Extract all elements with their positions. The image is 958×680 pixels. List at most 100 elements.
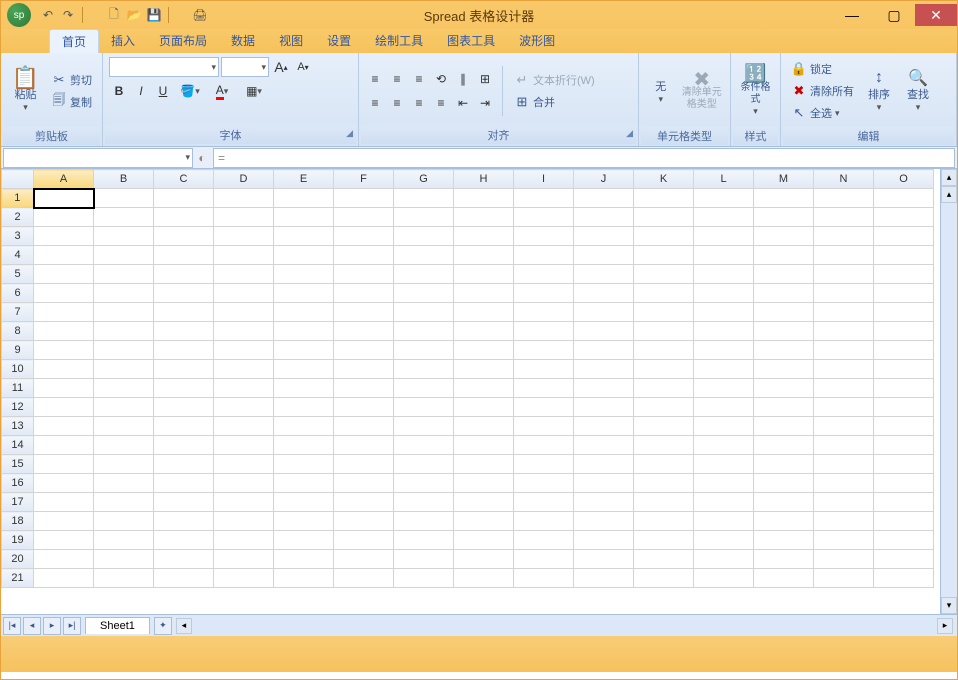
vertical-scrollbar[interactable]: ▴ ▴ ▾ bbox=[940, 169, 957, 614]
italic-button[interactable]: I bbox=[131, 81, 151, 101]
cell[interactable] bbox=[574, 455, 634, 474]
cell[interactable] bbox=[754, 531, 814, 550]
cell[interactable] bbox=[754, 227, 814, 246]
cell[interactable] bbox=[634, 322, 694, 341]
cell[interactable] bbox=[574, 417, 634, 436]
cell[interactable] bbox=[574, 360, 634, 379]
cell[interactable] bbox=[454, 474, 514, 493]
shrink-font-button[interactable]: A▾ bbox=[293, 57, 313, 77]
cell[interactable] bbox=[274, 379, 334, 398]
cell[interactable] bbox=[574, 531, 634, 550]
column-header[interactable]: N bbox=[814, 170, 874, 189]
cell[interactable] bbox=[694, 474, 754, 493]
print-icon[interactable]: 🖨 bbox=[191, 6, 209, 24]
cell[interactable] bbox=[814, 474, 874, 493]
cell[interactable] bbox=[394, 265, 454, 284]
cell[interactable] bbox=[634, 303, 694, 322]
cell[interactable] bbox=[454, 512, 514, 531]
cell[interactable] bbox=[334, 322, 394, 341]
cell[interactable] bbox=[874, 189, 934, 208]
cell[interactable] bbox=[514, 569, 574, 588]
row-header[interactable]: 19 bbox=[2, 531, 34, 550]
cell[interactable] bbox=[394, 512, 454, 531]
cell[interactable] bbox=[514, 417, 574, 436]
cell[interactable] bbox=[574, 227, 634, 246]
cell[interactable] bbox=[334, 512, 394, 531]
cell[interactable] bbox=[874, 265, 934, 284]
sort-button[interactable]: ↕ 排序▾ bbox=[861, 57, 897, 125]
cell[interactable] bbox=[634, 284, 694, 303]
cell[interactable] bbox=[334, 417, 394, 436]
sheet-tab[interactable]: Sheet1 bbox=[85, 617, 150, 634]
cell[interactable] bbox=[154, 569, 214, 588]
align-right-button[interactable]: ≡ bbox=[409, 93, 429, 113]
cell[interactable] bbox=[454, 341, 514, 360]
row-header[interactable]: 21 bbox=[2, 569, 34, 588]
cell[interactable] bbox=[394, 531, 454, 550]
cell[interactable] bbox=[154, 227, 214, 246]
close-button[interactable]: ✕ bbox=[915, 4, 957, 26]
cell[interactable] bbox=[514, 227, 574, 246]
align-bottom-button[interactable]: ≡ bbox=[409, 69, 429, 89]
cell[interactable] bbox=[154, 398, 214, 417]
cell[interactable] bbox=[274, 550, 334, 569]
fill-color-button[interactable]: 🪣▾ bbox=[175, 81, 205, 101]
row-header[interactable]: 9 bbox=[2, 341, 34, 360]
vertical-text-button[interactable]: ∥ bbox=[453, 69, 473, 89]
cell[interactable] bbox=[514, 246, 574, 265]
grow-font-button[interactable]: A▴ bbox=[271, 57, 291, 77]
cell[interactable] bbox=[694, 531, 754, 550]
cell[interactable] bbox=[94, 265, 154, 284]
celltype-none-button[interactable]: 无▾ bbox=[645, 57, 677, 125]
ribbon-tab-0[interactable]: 首页 bbox=[49, 29, 99, 53]
cell[interactable] bbox=[814, 208, 874, 227]
lock-button[interactable]: 🔒锁定 bbox=[787, 59, 858, 79]
new-icon[interactable]: 🗋 bbox=[105, 6, 123, 24]
cell[interactable] bbox=[814, 341, 874, 360]
cell[interactable] bbox=[334, 246, 394, 265]
cell[interactable] bbox=[454, 436, 514, 455]
cell[interactable] bbox=[214, 474, 274, 493]
align-center-button[interactable]: ≡ bbox=[387, 93, 407, 113]
cell[interactable] bbox=[214, 417, 274, 436]
cell[interactable] bbox=[154, 341, 214, 360]
cell[interactable] bbox=[694, 569, 754, 588]
column-header[interactable]: L bbox=[694, 170, 754, 189]
cell[interactable] bbox=[34, 227, 94, 246]
cell[interactable] bbox=[154, 322, 214, 341]
cell[interactable] bbox=[574, 341, 634, 360]
cell[interactable] bbox=[874, 531, 934, 550]
column-header[interactable]: I bbox=[514, 170, 574, 189]
align-top-button[interactable]: ≡ bbox=[365, 69, 385, 89]
cell[interactable] bbox=[334, 265, 394, 284]
cell[interactable] bbox=[34, 550, 94, 569]
cell[interactable] bbox=[514, 550, 574, 569]
scroll-right-icon[interactable]: ▸ bbox=[937, 618, 953, 634]
cell[interactable] bbox=[94, 455, 154, 474]
cell[interactable] bbox=[574, 303, 634, 322]
cell[interactable] bbox=[754, 303, 814, 322]
column-header[interactable]: M bbox=[754, 170, 814, 189]
increase-indent-button[interactable]: ⇥ bbox=[475, 93, 495, 113]
cell[interactable] bbox=[94, 284, 154, 303]
cell[interactable] bbox=[634, 227, 694, 246]
cell[interactable] bbox=[34, 189, 94, 208]
column-header[interactable]: D bbox=[214, 170, 274, 189]
cell[interactable] bbox=[694, 189, 754, 208]
column-header[interactable]: J bbox=[574, 170, 634, 189]
cell[interactable] bbox=[454, 208, 514, 227]
cell[interactable] bbox=[874, 227, 934, 246]
cell[interactable] bbox=[274, 493, 334, 512]
cell[interactable] bbox=[514, 208, 574, 227]
row-header[interactable]: 6 bbox=[2, 284, 34, 303]
cell[interactable] bbox=[754, 284, 814, 303]
cell[interactable] bbox=[694, 360, 754, 379]
bold-button[interactable]: B bbox=[109, 81, 129, 101]
cell[interactable] bbox=[154, 379, 214, 398]
ribbon-tab-1[interactable]: 插入 bbox=[99, 29, 147, 53]
ribbon-tab-3[interactable]: 数据 bbox=[219, 29, 267, 53]
cell[interactable] bbox=[94, 512, 154, 531]
launcher-icon[interactable]: ◢ bbox=[346, 128, 353, 139]
align-left-button[interactable]: ≡ bbox=[365, 93, 385, 113]
cell[interactable] bbox=[874, 398, 934, 417]
